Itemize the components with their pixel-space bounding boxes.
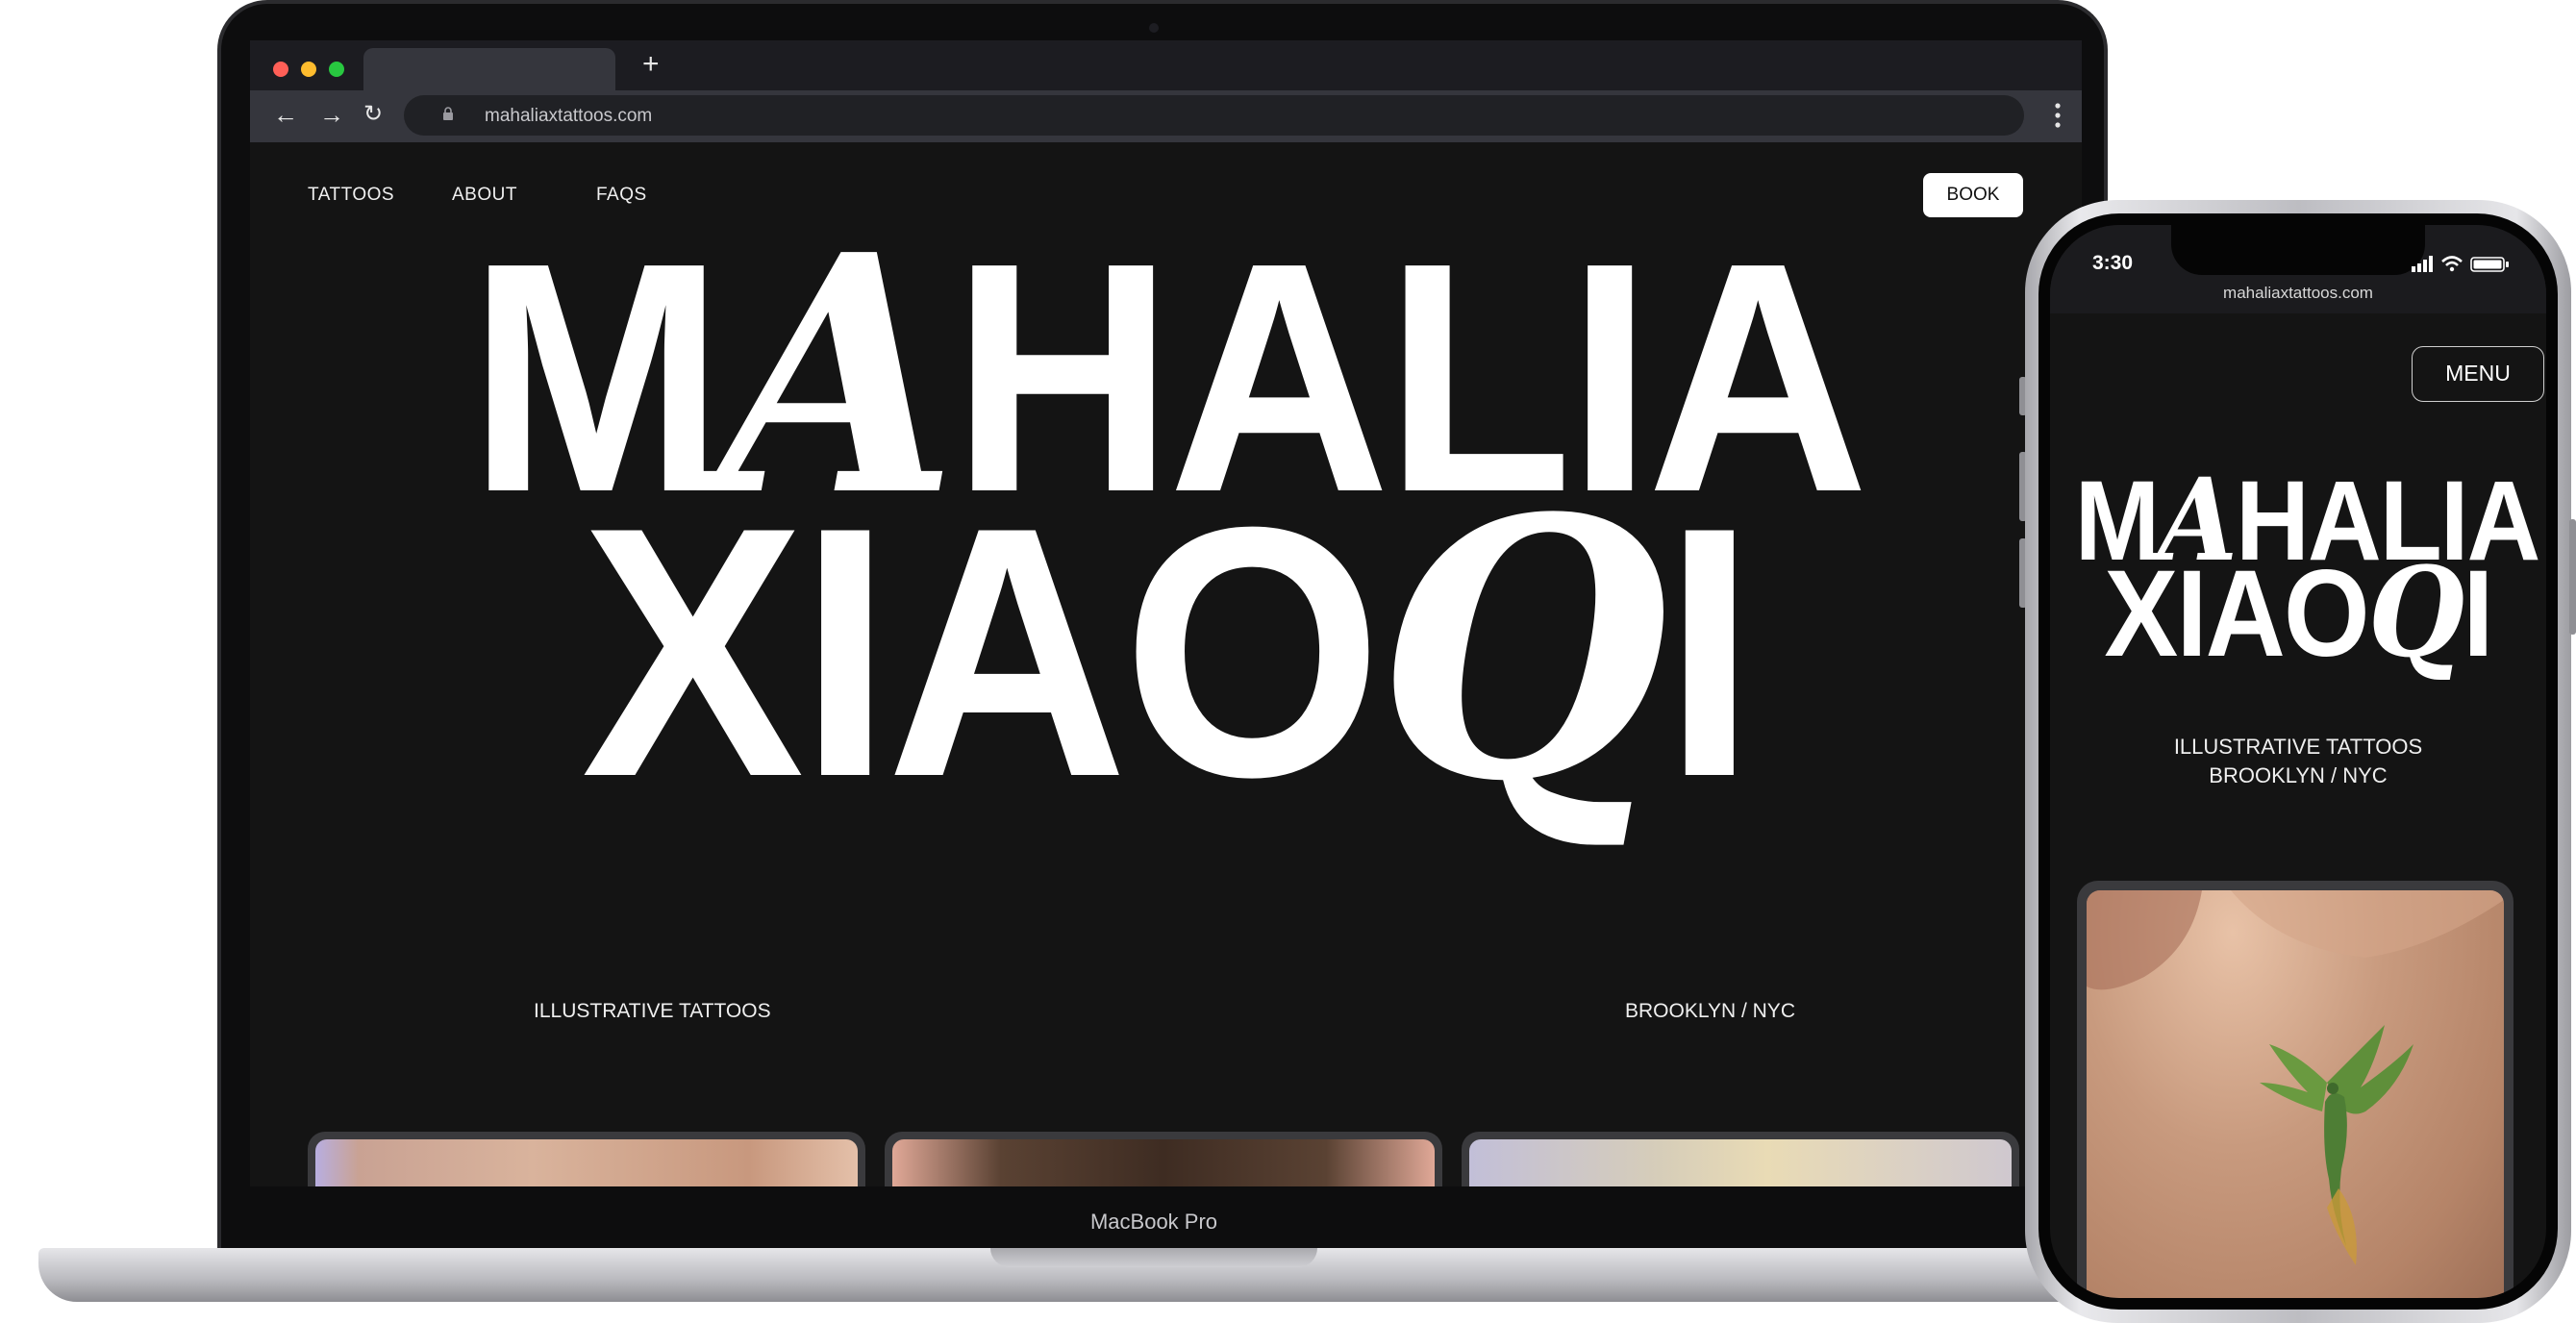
- more-options-icon[interactable]: [2055, 102, 2061, 129]
- hero-text: XIAO: [2104, 545, 2369, 683]
- hero-text: XIAO: [581, 454, 1382, 851]
- phone-notch: [2171, 225, 2425, 275]
- tagline-location: BROOKLYN / NYC: [1625, 1000, 1795, 1022]
- tattoo-photo: [892, 1139, 1435, 1186]
- wifi-icon: [2441, 256, 2463, 272]
- menu-button[interactable]: MENU: [2412, 346, 2544, 402]
- minimize-window-button[interactable]: [301, 62, 316, 77]
- laptop-opening-notch: [990, 1248, 1317, 1267]
- gallery-card[interactable]: [308, 1132, 865, 1186]
- phone-tagline-specialty: ILLUSTRATIVE TATTOOS: [2173, 735, 2423, 759]
- close-window-button[interactable]: [273, 62, 288, 77]
- tattoo-photo: [1469, 1139, 2012, 1186]
- phone-tagline-location: BROOKLYN / NYC: [2209, 763, 2388, 787]
- nav-link-tattoos[interactable]: TATTOOS: [308, 185, 394, 206]
- maximize-window-button[interactable]: [329, 62, 344, 77]
- hero-blackletter-letter: Q: [2367, 541, 2464, 686]
- phone-hero-title-line-2: XIAOQI: [2075, 552, 2521, 676]
- gallery-card[interactable]: [885, 1132, 1442, 1186]
- laptop-camera: [1149, 23, 1159, 33]
- address-bar[interactable]: mahaliaxtattoos.com: [404, 95, 2024, 136]
- hero-text: I: [1663, 454, 1757, 851]
- phone-url-text: mahaliaxtattoos.com: [2223, 284, 2373, 302]
- hero-title-line-2: XIAOQI: [305, 473, 2027, 831]
- hero-text: I: [2463, 545, 2493, 683]
- lock-icon: [443, 107, 453, 120]
- battery-icon: [2470, 257, 2509, 272]
- macbook-label: MacBook Pro: [1089, 1210, 1218, 1234]
- gallery-card[interactable]: [1462, 1132, 2019, 1186]
- signal-icon: [2412, 256, 2433, 272]
- phoenix-tattoo-icon: [2087, 890, 2504, 1265]
- browser-tab-bar: +: [250, 40, 2082, 90]
- phone-clock: 3:30: [2092, 252, 2134, 274]
- phone-address-bar[interactable]: mahaliaxtattoos.com: [2050, 275, 2546, 313]
- tattoo-photo: [315, 1139, 858, 1186]
- phone-screen: 3:30 mahaliaxtattoos.com MENU MAHALIA XI…: [2050, 225, 2546, 1298]
- laptop-screen: + ← → ↻ mahaliaxtattoos.com TATTOOS ABOU…: [250, 40, 2082, 1186]
- back-arrow-icon[interactable]: ←: [273, 100, 298, 129]
- book-button[interactable]: BOOK: [1923, 173, 2023, 217]
- url-text: mahaliaxtattoos.com: [485, 106, 653, 126]
- reload-icon[interactable]: ↻: [363, 100, 383, 129]
- forward-arrow-icon[interactable]: →: [319, 100, 344, 129]
- status-icons: [2412, 256, 2509, 272]
- tagline-specialty: ILLUSTRATIVE TATTOOS: [534, 1000, 771, 1022]
- phone-gallery-card[interactable]: [2077, 881, 2513, 1298]
- phone-power-button: [2569, 519, 2576, 635]
- hero-blackletter-letter: Q: [1377, 442, 1668, 860]
- new-tab-button[interactable]: +: [642, 50, 660, 79]
- browser-toolbar: ← → ↻ mahaliaxtattoos.com: [250, 90, 2082, 142]
- phone-frame: 3:30 mahaliaxtattoos.com MENU MAHALIA XI…: [2025, 200, 2571, 1323]
- tattoo-photo: [2087, 890, 2504, 1298]
- browser-tab[interactable]: [363, 48, 615, 90]
